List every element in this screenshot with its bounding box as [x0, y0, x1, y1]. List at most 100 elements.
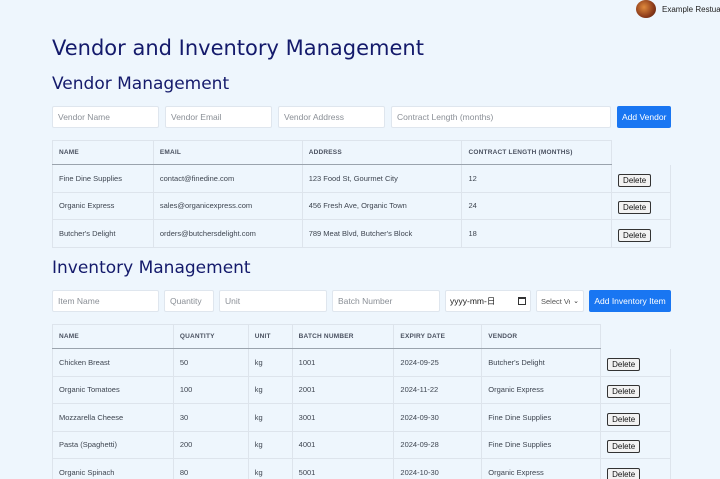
- delete-item-button[interactable]: Delete: [607, 357, 641, 371]
- column-header-actions: [612, 141, 671, 165]
- table-row: Pasta (Spaghetti) 200 kg 4001 2024-09-28…: [52, 431, 671, 459]
- table-row: Organic Express sales@organicexpress.com…: [52, 192, 671, 220]
- actions-cell: Delete: [600, 431, 671, 459]
- delete-item-button[interactable]: Delete: [607, 412, 641, 426]
- vendor-name-cell: Butcher's Delight: [52, 219, 154, 248]
- vendor-name-cell: Organic Express: [52, 192, 154, 220]
- item-name-cell: Pasta (Spaghetti): [52, 431, 174, 459]
- quantity-cell: 30: [173, 403, 249, 432]
- page-title: Vendor and Inventory Management: [52, 36, 424, 60]
- inventory-table: NAME QUANTITY UNIT BATCH NUMBER EXPIRY D…: [52, 324, 671, 479]
- column-header-actions: [601, 325, 671, 349]
- vendor-email-cell: sales@organicexpress.com: [153, 192, 303, 220]
- batch-number-cell: 1001: [292, 348, 395, 377]
- contract-length-input[interactable]: [391, 106, 611, 128]
- column-header-batch-number: BATCH NUMBER: [292, 324, 395, 349]
- actions-cell: Delete: [600, 348, 671, 377]
- add-vendor-button[interactable]: Add Vendor: [617, 106, 671, 128]
- unit-input[interactable]: [219, 290, 327, 312]
- inventory-section-heading: Inventory Management: [52, 258, 251, 278]
- expiry-date-cell: 2024-10-30: [393, 458, 483, 479]
- vendor-address-cell: 789 Meat Blvd, Butcher's Block: [302, 219, 463, 248]
- expiry-date-input[interactable]: yyyy-mm-日: [445, 290, 531, 312]
- delete-vendor-button[interactable]: Delete: [618, 228, 652, 242]
- item-name-cell: Organic Spinach: [52, 458, 174, 479]
- table-row: Chicken Breast 50 kg 1001 2024-09-25 But…: [52, 348, 671, 377]
- vendor-cell: Fine Dine Supplies: [481, 403, 602, 432]
- unit-cell: kg: [248, 403, 293, 432]
- add-inventory-item-button[interactable]: Add Inventory Item: [589, 290, 671, 312]
- item-name-cell: Mozzarella Cheese: [52, 403, 174, 432]
- vendor-contract-cell: 12: [461, 164, 613, 193]
- column-header-unit: UNIT: [248, 324, 293, 349]
- vendor-address-input[interactable]: [278, 106, 385, 128]
- item-name-input[interactable]: [52, 290, 159, 312]
- unit-cell: kg: [248, 348, 293, 377]
- table-row: Organic Spinach 80 kg 5001 2024-10-30 Or…: [52, 458, 671, 479]
- vendor-cell: Butcher's Delight: [481, 348, 602, 377]
- delete-item-button[interactable]: Delete: [607, 385, 641, 399]
- quantity-cell: 50: [173, 348, 249, 377]
- expiry-date-cell: 2024-09-28: [393, 431, 483, 459]
- table-row: Mozzarella Cheese 30 kg 3001 2024-09-30 …: [52, 403, 671, 432]
- actions-cell: Delete: [600, 403, 671, 432]
- avatar[interactable]: [636, 0, 656, 18]
- delete-item-button[interactable]: Delete: [607, 467, 641, 479]
- quantity-cell: 80: [173, 458, 249, 479]
- expiry-date-cell: 2024-09-30: [393, 403, 483, 432]
- vendor-table-header: NAME EMAIL ADDRESS CONTRACT LENGTH (MONT…: [52, 140, 671, 165]
- chevron-down-icon: ⌄: [573, 298, 579, 305]
- date-placeholder: yyyy-mm-日: [450, 296, 496, 306]
- batch-number-input[interactable]: [332, 290, 440, 312]
- delete-vendor-button[interactable]: Delete: [618, 201, 652, 215]
- batch-number-cell: 2001: [292, 376, 395, 404]
- column-header-name: NAME: [52, 140, 154, 165]
- quantity-cell: 200: [173, 431, 249, 459]
- user-name: Example Restuarant: [662, 4, 720, 14]
- table-row: Organic Tomatoes 100 kg 2001 2024-11-22 …: [52, 376, 671, 404]
- table-row: Butcher's Delight orders@butchersdelight…: [52, 219, 671, 248]
- unit-cell: kg: [248, 458, 293, 479]
- batch-number-cell: 5001: [292, 458, 395, 479]
- column-header-address: ADDRESS: [302, 140, 463, 165]
- vendor-name-input[interactable]: [52, 106, 159, 128]
- batch-number-cell: 4001: [292, 431, 395, 459]
- column-header-vendor: VENDOR: [481, 324, 602, 349]
- expiry-date-cell: 2024-11-22: [393, 376, 483, 404]
- column-header-contract-length: CONTRACT LENGTH (MONTHS): [461, 140, 613, 165]
- quantity-input[interactable]: [164, 290, 214, 312]
- delete-item-button[interactable]: Delete: [607, 440, 641, 454]
- vendor-cell: Fine Dine Supplies: [481, 431, 602, 459]
- actions-cell: Delete: [611, 219, 671, 248]
- unit-cell: kg: [248, 376, 293, 404]
- calendar-icon[interactable]: [518, 297, 526, 305]
- actions-cell: Delete: [611, 192, 671, 220]
- vendor-email-cell: orders@butchersdelight.com: [153, 219, 303, 248]
- column-header-expiry-date: EXPIRY DATE: [393, 324, 483, 349]
- vendor-email-input[interactable]: [165, 106, 272, 128]
- vendor-select[interactable]: Select Vendor ⌄: [536, 290, 584, 312]
- vendor-table: NAME EMAIL ADDRESS CONTRACT LENGTH (MONT…: [52, 140, 671, 248]
- vendor-email-cell: contact@finedine.com: [153, 164, 303, 193]
- vendor-name-cell: Fine Dine Supplies: [52, 164, 154, 193]
- user-profile[interactable]: Example Restuarant: [636, 0, 720, 18]
- item-name-cell: Chicken Breast: [52, 348, 174, 377]
- vendor-section-heading: Vendor Management: [52, 74, 230, 94]
- vendor-cell: Organic Express: [481, 458, 602, 479]
- expiry-date-cell: 2024-09-25: [393, 348, 483, 377]
- delete-vendor-button[interactable]: Delete: [618, 173, 652, 187]
- vendor-contract-cell: 18: [461, 219, 613, 248]
- vendor-address-cell: 456 Fresh Ave, Organic Town: [302, 192, 463, 220]
- quantity-cell: 100: [173, 376, 249, 404]
- vendor-contract-cell: 24: [461, 192, 613, 220]
- vendor-cell: Organic Express: [481, 376, 602, 404]
- top-bar: Example Restuarant: [0, 0, 720, 18]
- vendor-select-value: Select Vendor: [541, 296, 570, 306]
- item-name-cell: Organic Tomatoes: [52, 376, 174, 404]
- table-row: Fine Dine Supplies contact@finedine.com …: [52, 164, 671, 193]
- actions-cell: Delete: [600, 458, 671, 479]
- inventory-table-header: NAME QUANTITY UNIT BATCH NUMBER EXPIRY D…: [52, 324, 671, 349]
- column-header-email: EMAIL: [153, 140, 303, 165]
- vendor-address-cell: 123 Food St, Gourmet City: [302, 164, 463, 193]
- unit-cell: kg: [248, 431, 293, 459]
